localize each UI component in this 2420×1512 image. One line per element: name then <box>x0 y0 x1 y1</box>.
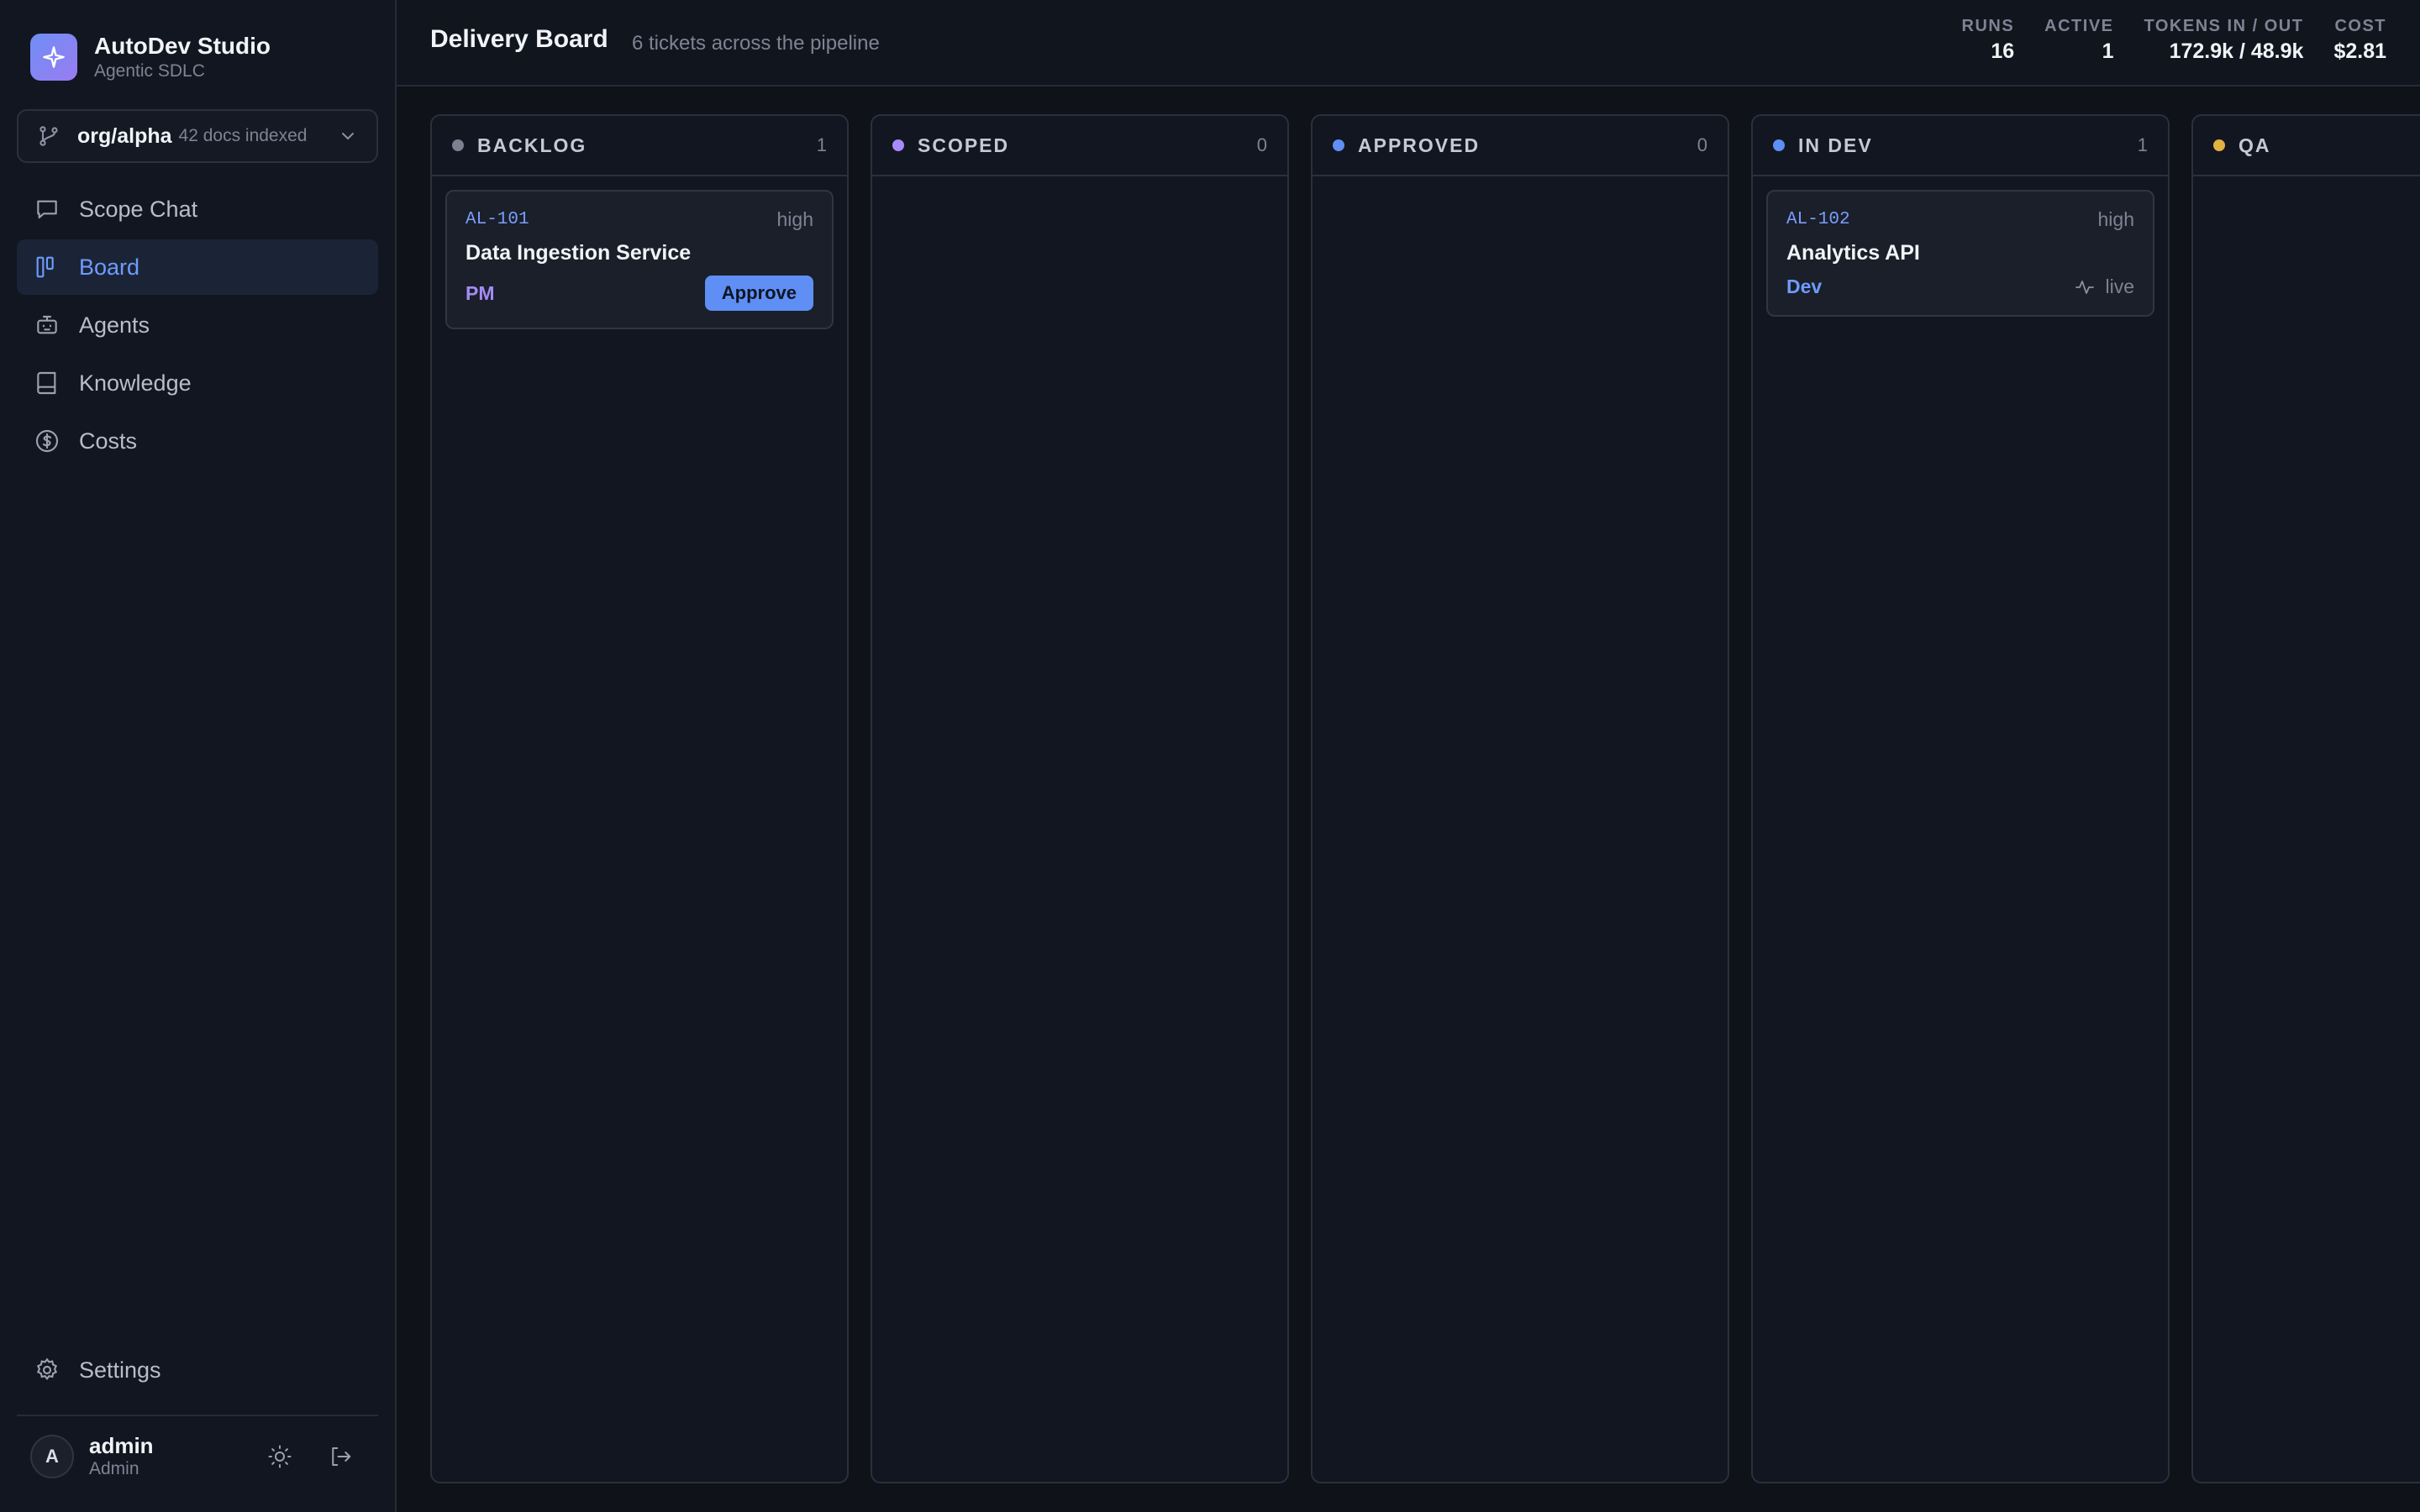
sidebar-item-label: Board <box>79 254 140 280</box>
column-backlog: BACKLOG 1 AL-101 high Data Ingestion Ser… <box>430 114 849 1483</box>
chat-icon <box>34 196 60 223</box>
stat-runs: RUNS 16 <box>1962 15 2015 66</box>
sidebar: AutoDev Studio Agentic SDLC org/alpha 42… <box>0 0 397 1512</box>
stat-label: ACTIVE <box>2044 17 2114 35</box>
ticket-priority: high <box>776 208 813 230</box>
user-name: admin <box>89 1433 154 1458</box>
column-title: APPROVED <box>1358 134 1481 156</box>
sidebar-item-label: Knowledge <box>79 370 192 396</box>
main-content: Delivery Board 6 tickets across the pipe… <box>397 0 2420 1512</box>
repo-selector[interactable]: org/alpha 42 docs indexed <box>17 109 378 163</box>
app-subtitle: Agentic SDLC <box>94 61 205 81</box>
gear-icon <box>34 1357 60 1383</box>
sidebar-item-agents[interactable]: Agents <box>17 297 378 353</box>
column-title: QA <box>2238 134 2271 156</box>
theme-toggle-sun-icon[interactable] <box>267 1444 292 1469</box>
stat-label: RUNS <box>1961 17 2015 35</box>
logout-icon[interactable] <box>328 1444 353 1469</box>
user-role: Admin <box>89 1459 139 1478</box>
stat-value: 172.9k / 48.9k <box>2169 39 2304 63</box>
sidebar-item-board[interactable]: Board <box>17 239 378 295</box>
column-header: IN DEV 1 <box>1753 116 2168 176</box>
ticket-id: AL-102 <box>1786 210 1850 229</box>
robot-icon <box>34 312 60 339</box>
stat-value: 1 <box>2102 39 2114 63</box>
status-dot <box>892 139 904 151</box>
ticket-id: AL-101 <box>466 210 529 229</box>
ticket-card[interactable]: AL-102 high Analytics API Dev live <box>1766 190 2154 317</box>
column-title: SCOPED <box>918 134 1010 156</box>
user-panel: A admin Admin <box>30 1433 378 1480</box>
stat-label: TOKENS IN / OUT <box>2144 17 2304 35</box>
column-title: BACKLOG <box>477 134 587 156</box>
column-scoped: SCOPED 0 <box>871 114 1289 1483</box>
page-title: Delivery Board <box>430 25 608 53</box>
column-count: 0 <box>1256 134 1267 155</box>
sidebar-item-settings[interactable]: Settings <box>17 1342 378 1398</box>
stat-cost: COST $2.81 <box>2333 15 2386 66</box>
board-icon <box>34 254 60 281</box>
ticket-title: Analytics API <box>1786 241 1920 265</box>
repo-name: org/alpha <box>77 123 172 148</box>
sparkle-logo-icon <box>30 34 77 81</box>
approve-button[interactable]: Approve <box>704 276 813 311</box>
live-status: live <box>2075 276 2134 298</box>
column-header: QA <box>2193 116 2420 176</box>
chevron-down-icon <box>338 126 358 146</box>
sidebar-item-label: Agents <box>79 312 150 338</box>
page-subtitle: 6 tickets across the pipeline <box>632 32 880 55</box>
ticket-title: Data Ingestion Service <box>466 241 692 265</box>
column-approved: APPROVED 0 <box>1311 114 1729 1483</box>
column-in-dev: IN DEV 1 AL-102 high Analytics API Dev l… <box>1751 114 2170 1483</box>
column-qa: QA <box>2191 114 2420 1483</box>
stats-bar: RUNS 16 ACTIVE 1 TOKENS IN / OUT 172.9k … <box>1962 15 2387 66</box>
column-header: SCOPED 0 <box>872 116 1287 176</box>
column-count: 0 <box>1697 134 1707 155</box>
git-branch-icon <box>37 124 60 148</box>
ticket-card[interactable]: AL-101 high Data Ingestion Service PM Ap… <box>445 190 834 329</box>
book-icon <box>34 370 60 396</box>
stat-tokens: TOKENS IN / OUT 172.9k / 48.9k <box>2144 15 2304 66</box>
stat-label: COST <box>2334 17 2386 35</box>
column-header: APPROVED 0 <box>1313 116 1728 176</box>
status-dot <box>1333 139 1344 151</box>
ticket-role: Dev <box>1786 276 1823 297</box>
column-count: 1 <box>816 134 827 155</box>
divider <box>17 1415 378 1416</box>
kanban-board: BACKLOG 1 AL-101 high Data Ingestion Ser… <box>430 114 2420 1483</box>
app-title: AutoDev Studio <box>94 33 271 59</box>
sidebar-item-costs[interactable]: Costs <box>17 413 378 469</box>
top-bar: Delivery Board 6 tickets across the pipe… <box>397 0 2420 87</box>
avatar[interactable]: A <box>30 1435 74 1478</box>
status-dot <box>452 139 464 151</box>
column-title: IN DEV <box>1798 134 1873 156</box>
live-label: live <box>2105 276 2134 297</box>
sidebar-item-scope-chat[interactable]: Scope Chat <box>17 181 378 237</box>
ticket-role: PM <box>466 281 495 304</box>
status-dot <box>2213 139 2225 151</box>
status-dot <box>1773 139 1785 151</box>
repo-docs-count: 42 docs indexed <box>178 126 308 145</box>
sidebar-item-knowledge[interactable]: Knowledge <box>17 355 378 411</box>
stat-value: $2.81 <box>2333 39 2386 63</box>
stat-value: 16 <box>1991 39 2015 63</box>
ticket-priority: high <box>2097 208 2134 230</box>
dollar-icon <box>34 428 60 454</box>
sidebar-nav: Scope Chat Board Agents Knowledge Costs <box>17 181 378 471</box>
sidebar-item-label: Costs <box>79 428 138 454</box>
column-header: BACKLOG 1 <box>432 116 847 176</box>
activity-icon <box>2075 277 2095 297</box>
sidebar-item-label: Scope Chat <box>79 196 198 222</box>
settings-label: Settings <box>79 1357 161 1383</box>
stat-active: ACTIVE 1 <box>2044 15 2113 66</box>
column-count: 1 <box>2137 134 2148 155</box>
brand: AutoDev Studio Agentic SDLC <box>30 32 271 82</box>
